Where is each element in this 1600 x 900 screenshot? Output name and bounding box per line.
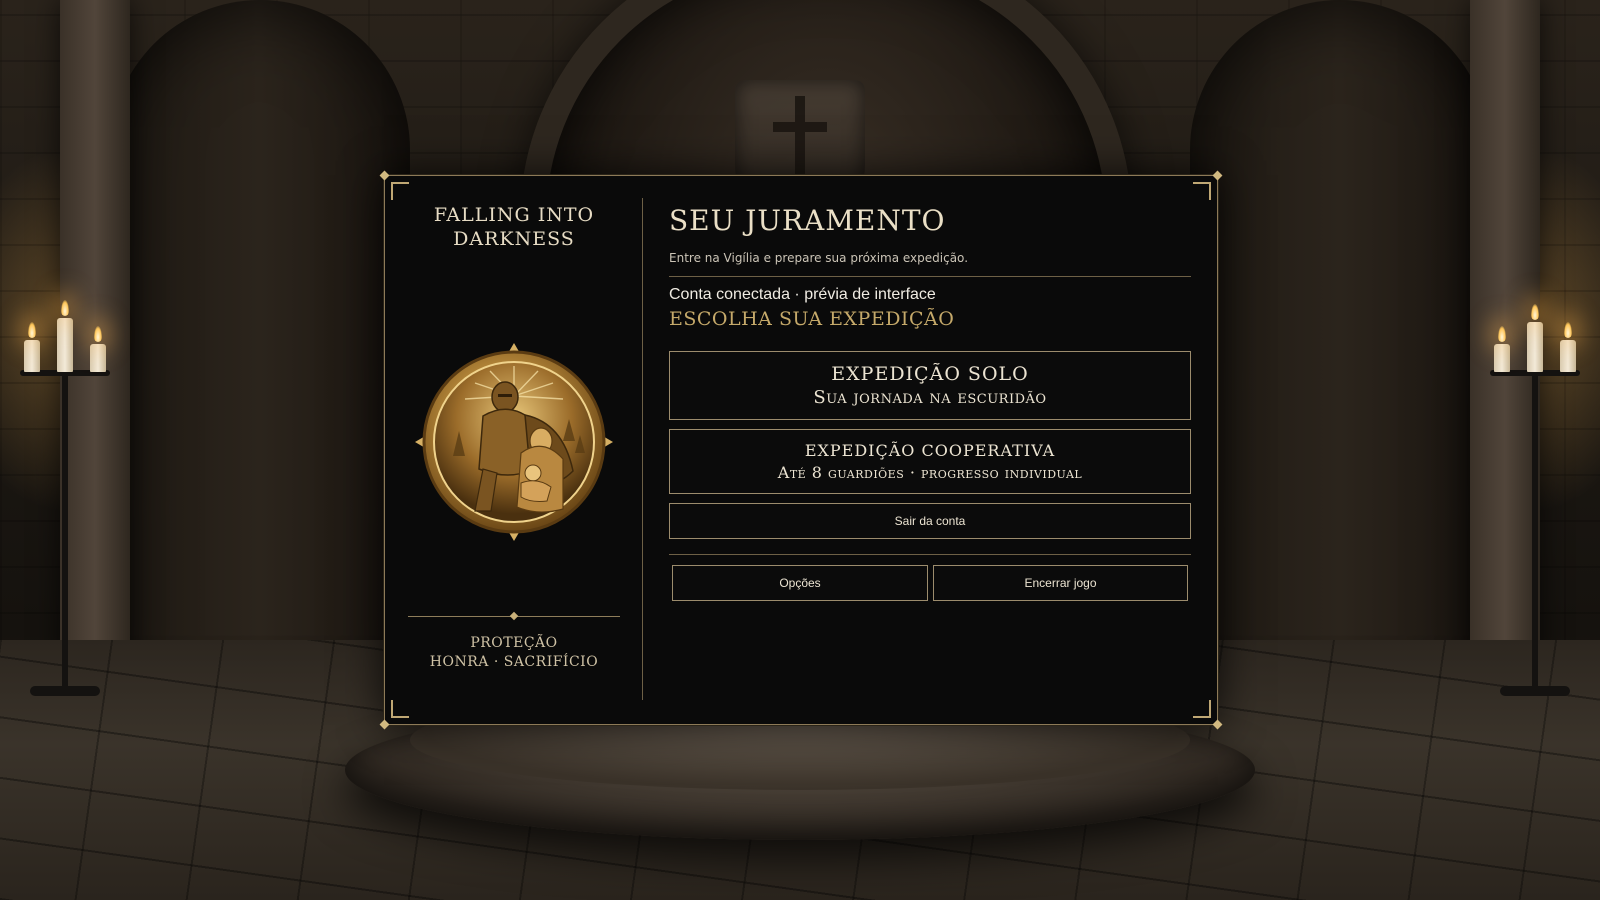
header-divider [669, 276, 1191, 277]
motto-line-2: HONRA · SACRIFÍCIO [429, 654, 599, 670]
account-status: Conta conectada · prévia de interface [669, 286, 936, 303]
divider-gem [509, 611, 519, 621]
menu-column: SEU JURAMENTO Entre na Vigília e prepare… [669, 176, 1191, 724]
right-archway [1190, 0, 1490, 700]
options-button[interactable]: Opções [672, 565, 928, 601]
logout-button[interactable]: Sair da conta [669, 503, 1191, 539]
candelabra-left [10, 300, 120, 700]
corner-ornament [1193, 182, 1211, 200]
left-archway [110, 0, 410, 700]
column-divider [642, 198, 643, 700]
corner-ornament [1193, 700, 1211, 718]
solo-expedition-title: EXPEDIÇÃO SOLO [831, 363, 1029, 385]
branding-column: FALLING INTO DARKNESS PROTEÇÃO HONRA · S… [385, 176, 643, 724]
page-title: SEU JURAMENTO [669, 204, 946, 237]
quit-game-button[interactable]: Encerrar jogo [933, 565, 1188, 601]
game-title: FALLING INTO DARKNESS [433, 204, 595, 250]
knight-madonna-medallion-icon [415, 343, 613, 541]
motto-line-1: PROTEÇÃO [470, 635, 558, 651]
motto: PROTEÇÃO HONRA · SACRIFÍCIO [395, 634, 633, 672]
coop-expedition-subtitle: Até 8 guardiões · progresso individual [777, 463, 1083, 482]
coop-expedition-button[interactable]: EXPEDIÇÃO COOPERATIVA Até 8 guardiões · … [669, 429, 1191, 494]
solo-expedition-subtitle: Sua jornada na escuridão [813, 387, 1047, 408]
solo-expedition-button[interactable]: EXPEDIÇÃO SOLO Sua jornada na escuridão [669, 351, 1191, 420]
page-subtitle: Entre na Vigília e prepare sua próxima e… [669, 251, 969, 265]
section-label: ESCOLHA SUA EXPEDIÇÃO [669, 308, 955, 330]
footer-divider [669, 554, 1191, 555]
main-menu-dialog: FALLING INTO DARKNESS PROTEÇÃO HONRA · S… [379, 170, 1223, 730]
coop-expedition-title: EXPEDIÇÃO COOPERATIVA [804, 441, 1056, 460]
candelabra-right [1480, 300, 1590, 700]
